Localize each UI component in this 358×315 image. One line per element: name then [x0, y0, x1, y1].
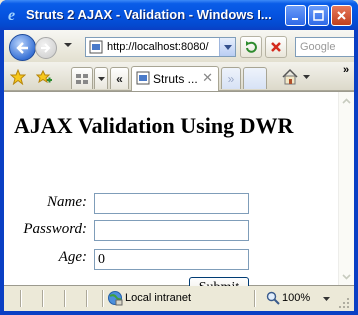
page-icon [89, 40, 103, 54]
status-divider [86, 290, 88, 307]
name-label: Name: [47, 194, 87, 210]
zoom-dropdown-icon[interactable] [322, 296, 330, 301]
status-divider [102, 290, 104, 307]
status-divider [254, 290, 256, 307]
page-heading: AJAX Validation Using DWR [14, 113, 294, 138]
window-title: Struts 2 AJAX - Validation - Windows I..… [26, 7, 272, 22]
back-arrow-icon [15, 41, 28, 54]
back-button[interactable] [9, 34, 36, 61]
quick-tabs-button[interactable] [71, 67, 93, 89]
browser-client: http://localhost:8080/ Google « Struts .… [4, 30, 354, 311]
vertical-scrollbar[interactable] [338, 92, 354, 285]
tab-close-icon[interactable]: ✕ [202, 70, 213, 86]
forward-button[interactable] [35, 37, 57, 59]
minimize-button[interactable] [285, 5, 306, 26]
status-divider [20, 290, 22, 307]
search-placeholder: Google [300, 41, 336, 53]
stop-icon [271, 42, 281, 52]
refresh-button[interactable] [240, 36, 262, 58]
address-dropdown-icon[interactable] [219, 38, 235, 56]
title-bar[interactable]: e Struts 2 AJAX - Validation - Windows I… [0, 0, 358, 30]
quick-tabs-icon [76, 73, 88, 84]
address-bar[interactable]: http://localhost:8080/ [85, 37, 236, 57]
resize-grip-icon[interactable] [338, 297, 350, 309]
svg-text:e: e [8, 7, 15, 22]
refresh-icon [246, 41, 257, 53]
scroll-up-icon[interactable] [340, 94, 353, 107]
status-divider [64, 290, 66, 307]
tab-bar: « Struts ... ✕ » » [4, 62, 354, 91]
age-field[interactable] [94, 249, 249, 270]
zoom-level[interactable]: 100% [282, 292, 310, 304]
age-label: Age: [58, 249, 87, 265]
tab-page-icon [136, 71, 150, 85]
maximize-button[interactable] [308, 5, 329, 26]
stop-button[interactable] [265, 36, 287, 58]
forward-arrow-icon [41, 43, 51, 53]
scroll-tabs-left-icon[interactable]: « [110, 67, 129, 89]
password-field[interactable] [94, 220, 249, 241]
scroll-tabs-right-icon[interactable]: » [221, 67, 241, 89]
new-tab-button[interactable] [243, 67, 267, 89]
favorites-star-icon[interactable] [10, 69, 26, 85]
status-divider [42, 290, 44, 307]
browser-window: e Struts 2 AJAX - Validation - Windows I… [0, 0, 358, 315]
home-dropdown-icon[interactable] [302, 73, 310, 81]
name-field[interactable] [94, 193, 249, 214]
more-tools-chevron-icon[interactable]: » [340, 64, 352, 76]
password-label: Password: [23, 221, 87, 237]
zoom-magnifier-icon[interactable] [266, 291, 280, 305]
security-zone-text: Local intranet [125, 292, 192, 304]
url-text[interactable]: http://localhost:8080/ [107, 41, 219, 53]
status-bar: Local intranet 100% [4, 286, 354, 311]
navigation-bar: http://localhost:8080/ Google [4, 30, 354, 62]
tab-list-dropdown[interactable] [94, 67, 108, 89]
page-content: AJAX Validation Using DWR Name: Password… [4, 91, 354, 299]
intranet-globe-icon [107, 290, 123, 306]
ie-logo-icon: e [6, 6, 22, 24]
add-favorites-icon[interactable] [36, 69, 52, 85]
tab-label: Struts ... [153, 72, 198, 86]
home-icon[interactable] [281, 68, 299, 86]
close-window-button[interactable] [331, 5, 352, 26]
search-box[interactable]: Google [295, 37, 354, 57]
history-dropdown-icon[interactable] [64, 43, 72, 47]
scroll-down-icon[interactable] [340, 270, 353, 283]
tab-struts[interactable]: Struts ... ✕ [131, 66, 219, 91]
